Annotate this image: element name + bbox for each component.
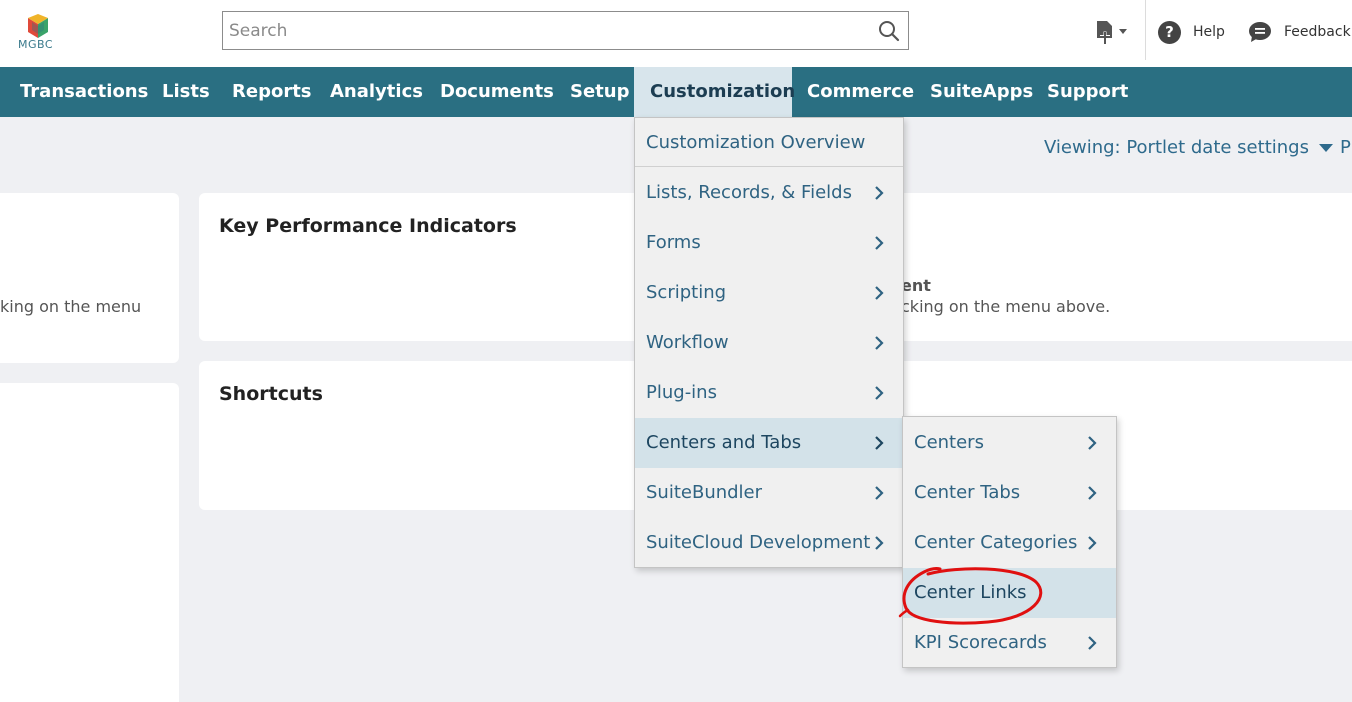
chevron-right-icon <box>875 436 884 450</box>
menu-item-label: Lists, Records, & Fields <box>646 182 852 203</box>
nav-customization[interactable]: Customization <box>634 67 795 117</box>
viewing-label: Viewing: Portlet date settings <box>1044 137 1309 158</box>
menu-item-suitebundler[interactable]: SuiteBundler <box>635 468 903 518</box>
chevron-right-icon <box>875 336 884 350</box>
menu-item-label: Scripting <box>646 282 727 303</box>
nav-documents[interactable]: Documents <box>440 67 554 117</box>
submenu-item-centers[interactable]: Centers <box>903 418 1116 468</box>
menu-item-centers-and-tabs[interactable]: Centers and Tabs <box>635 418 903 468</box>
help-icon: ? <box>1158 20 1181 44</box>
help-label: Help <box>1193 24 1225 40</box>
submenu-item-center-tabs[interactable]: Center Tabs <box>903 468 1116 518</box>
menu-item-label: SuiteBundler <box>646 482 763 503</box>
create-new-icon[interactable] <box>1094 20 1130 46</box>
header: MGBC ? Help Feedback <box>0 0 1352 67</box>
main-nav: Transactions Lists Reports Analytics Doc… <box>0 67 1352 117</box>
menu-item-label: SuiteCloud Development <box>646 532 871 553</box>
kpi-card-bold-text: ent <box>901 276 931 295</box>
chevron-right-icon <box>1088 536 1097 550</box>
menu-item-suitecloud-development[interactable]: SuiteCloud Development <box>635 518 903 568</box>
menu-item-label: Center Categories <box>914 532 1078 553</box>
nav-suiteapps[interactable]: SuiteApps <box>930 67 1033 117</box>
centers-submenu: Centers Center Tabs Center Categories Ce… <box>902 416 1117 668</box>
menu-item-lists-records-fields[interactable]: Lists, Records, & Fields <box>635 168 903 218</box>
chevron-right-icon <box>875 236 884 250</box>
menu-item-label: Plug-ins <box>646 382 717 403</box>
feedback-link[interactable]: Feedback <box>1248 20 1351 44</box>
header-divider <box>1145 0 1146 60</box>
search-box[interactable] <box>222 11 909 50</box>
nav-commerce[interactable]: Commerce <box>807 67 914 117</box>
caret-down-icon <box>1318 144 1333 152</box>
menu-item-plug-ins[interactable]: Plug-ins <box>635 368 903 418</box>
nav-reports[interactable]: Reports <box>232 67 312 117</box>
logo-text: MGBC <box>18 38 54 51</box>
kpi-card-text: cking on the menu above. <box>901 297 1111 316</box>
search-input[interactable] <box>223 12 863 49</box>
submenu-item-center-categories[interactable]: Center Categories <box>903 518 1116 568</box>
shortcuts-title: Shortcuts <box>219 383 323 405</box>
chevron-right-icon <box>875 386 884 400</box>
menu-item-scripting[interactable]: Scripting <box>635 268 903 318</box>
menu-item-customization-overview[interactable]: Customization Overview <box>635 118 903 168</box>
help-link[interactable]: ? Help <box>1158 20 1225 44</box>
chevron-right-icon <box>1088 636 1097 650</box>
menu-item-label: Centers and Tabs <box>646 432 802 453</box>
left-card-text: king on the menu <box>0 297 142 316</box>
nav-setup[interactable]: Setup <box>570 67 629 117</box>
chevron-right-icon <box>1088 486 1097 500</box>
search-icon[interactable] <box>878 20 900 42</box>
chevron-right-icon <box>875 286 884 300</box>
kpi-title: Key Performance Indicators <box>219 215 517 237</box>
chevron-right-icon <box>875 186 884 200</box>
nav-lists[interactable]: Lists <box>162 67 210 117</box>
menu-divider <box>635 166 903 167</box>
menu-item-label: Center Tabs <box>914 482 1021 503</box>
chevron-right-icon <box>1088 436 1097 450</box>
nav-transactions[interactable]: Transactions <box>20 67 148 117</box>
menu-item-label: Centers <box>914 432 984 453</box>
menu-item-label: KPI Scorecards <box>914 632 1047 653</box>
menu-item-workflow[interactable]: Workflow <box>635 318 903 368</box>
viewing-selector[interactable]: Viewing: Portlet date settings <box>1044 137 1333 158</box>
feedback-icon <box>1249 22 1271 42</box>
feedback-label: Feedback <box>1284 24 1351 40</box>
submenu-item-kpi-scorecards[interactable]: KPI Scorecards <box>903 618 1116 668</box>
menu-item-label: Workflow <box>646 332 729 353</box>
nav-analytics[interactable]: Analytics <box>330 67 423 117</box>
menu-item-forms[interactable]: Forms <box>635 218 903 268</box>
left-card-bottom <box>0 383 179 702</box>
left-card-top: king on the menu <box>0 193 179 363</box>
viewing-extra-link[interactable]: P <box>1340 137 1351 158</box>
chevron-right-icon <box>875 486 884 500</box>
submenu-item-center-links[interactable]: Center Links <box>903 568 1116 618</box>
chevron-right-icon <box>875 536 884 550</box>
nav-support[interactable]: Support <box>1047 67 1128 117</box>
menu-item-label: Forms <box>646 232 701 253</box>
customization-menu: Customization Overview Lists, Records, &… <box>634 117 904 568</box>
